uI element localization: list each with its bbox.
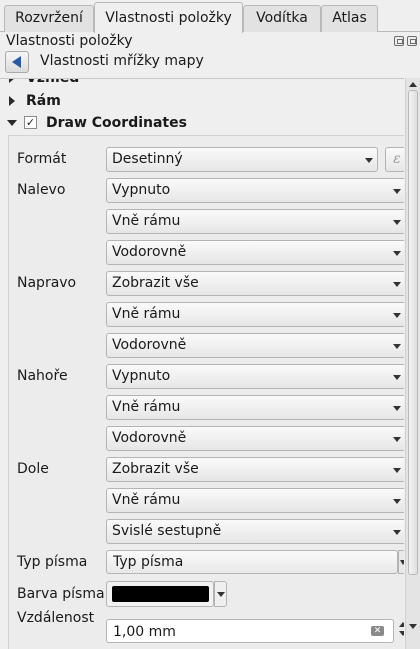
scroll-up-icon[interactable]	[409, 82, 417, 87]
left-direction-value: Vodorovně	[112, 244, 187, 260]
tab-guides[interactable]: Vodítka	[243, 5, 321, 32]
group-draw-coordinates[interactable]: ✓ Draw Coordinates	[0, 112, 260, 134]
group-appearance[interactable]: Vzhled	[0, 78, 200, 89]
chevron-up-icon[interactable]	[399, 622, 404, 627]
left-show-value: Vypnuto	[112, 182, 171, 198]
chevron-down-icon	[393, 251, 401, 256]
distance-label: Vzdálenost	[17, 610, 95, 626]
chevron-down-icon	[393, 375, 401, 380]
chevron-down-icon	[393, 282, 401, 287]
tab-atlas[interactable]: Atlas	[321, 5, 378, 32]
panel-title: Vlastnosti položky	[6, 33, 133, 49]
left-position-combo[interactable]: Vně rámu	[106, 209, 404, 234]
bottom-position-combo[interactable]: Vně rámu	[106, 488, 404, 513]
top-direction-value: Vodorovně	[112, 430, 187, 446]
distance-spinbox[interactable]: 1,00 mm	[106, 619, 394, 643]
vertical-scrollbar[interactable]	[405, 78, 420, 649]
tab-bar: Rozvržení Vlastnosti položky Vodítka Atl…	[0, 0, 420, 33]
chevron-down-icon	[393, 530, 401, 535]
color-swatch	[112, 586, 209, 602]
collapse-arrow-icon	[7, 120, 17, 126]
expression-button[interactable]: ε	[385, 147, 404, 172]
right-position-value: Vně rámu	[112, 306, 181, 322]
top-label: Nahoře	[17, 368, 68, 384]
font-label: Typ písma	[17, 554, 88, 570]
format-value: Desetinný	[112, 151, 183, 167]
bottom-position-value: Vně rámu	[112, 492, 181, 508]
back-button[interactable]	[5, 51, 29, 73]
chevron-down-icon	[393, 189, 401, 194]
expand-arrow-icon	[9, 96, 15, 106]
top-position-value: Vně rámu	[112, 399, 181, 415]
chevron-down-icon	[393, 406, 401, 411]
right-position-combo[interactable]: Vně rámu	[106, 302, 404, 327]
right-label: Napravo	[17, 275, 77, 291]
chevron-down-icon	[393, 344, 401, 349]
group-appearance-label: Vzhled	[26, 78, 80, 86]
font-color-button[interactable]	[106, 581, 214, 607]
expand-arrow-icon	[9, 79, 15, 83]
chevron-down-icon	[393, 499, 401, 504]
top-show-combo[interactable]: Vypnuto	[106, 364, 404, 389]
scroll-down-icon[interactable]	[409, 624, 417, 629]
scrollbar-thumb[interactable]	[408, 90, 418, 575]
right-show-value: Zobrazit vše	[112, 275, 199, 291]
bottom-direction-combo[interactable]: Svislé sestupně	[106, 519, 404, 544]
left-show-combo[interactable]: Vypnuto	[106, 178, 404, 203]
left-label: Nalevo	[17, 182, 66, 198]
chevron-down-icon	[393, 437, 401, 442]
distance-spin-arrows[interactable]	[398, 622, 404, 638]
chevron-down-icon[interactable]	[399, 631, 404, 636]
float-panel-icon[interactable]	[394, 36, 404, 46]
font-color-menu-button[interactable]	[214, 581, 227, 607]
font-color-label: Barva písma	[17, 586, 105, 602]
bottom-show-combo[interactable]: Zobrazit vše	[106, 457, 404, 482]
font-button[interactable]: Typ písma	[106, 550, 398, 574]
group-frame-label: Rám	[26, 93, 61, 109]
format-label: Formát	[17, 151, 67, 167]
chevron-down-icon	[393, 468, 401, 473]
top-direction-combo[interactable]: Vodorovně	[106, 426, 404, 451]
bottom-direction-value: Svislé sestupně	[112, 523, 222, 539]
tab-layout[interactable]: Rozvržení	[4, 5, 94, 32]
bottom-show-value: Zobrazit vše	[112, 461, 199, 477]
format-combo[interactable]: Desetinný	[106, 147, 378, 172]
left-position-value: Vně rámu	[112, 213, 181, 229]
group-draw-coordinates-label: Draw Coordinates	[46, 115, 187, 131]
right-show-combo[interactable]: Zobrazit vše	[106, 271, 404, 296]
properties-scroll-area: Vzhled Rám ✓ Draw Coordinates Formát Des…	[0, 78, 404, 649]
distance-value: 1,00 mm	[113, 624, 176, 640]
right-direction-value: Vodorovně	[112, 337, 187, 353]
group-frame[interactable]: Rám	[0, 90, 200, 112]
top-position-combo[interactable]: Vně rámu	[106, 395, 404, 420]
chevron-down-icon	[393, 220, 401, 225]
top-show-value: Vypnuto	[112, 368, 171, 384]
chevron-down-icon	[393, 313, 401, 318]
bottom-label: Dole	[17, 461, 49, 477]
clear-icon[interactable]: ✕	[371, 626, 384, 636]
draw-coordinates-checkbox[interactable]: ✓	[24, 116, 37, 129]
chevron-down-icon	[365, 158, 373, 163]
close-panel-icon[interactable]	[407, 36, 417, 46]
tab-item-properties[interactable]: Vlastnosti položky	[94, 2, 243, 33]
right-direction-combo[interactable]: Vodorovně	[106, 333, 404, 358]
subpanel-title: Vlastnosti mřížky mapy	[40, 53, 204, 69]
left-direction-combo[interactable]: Vodorovně	[106, 240, 404, 265]
font-menu-button[interactable]	[398, 550, 404, 574]
